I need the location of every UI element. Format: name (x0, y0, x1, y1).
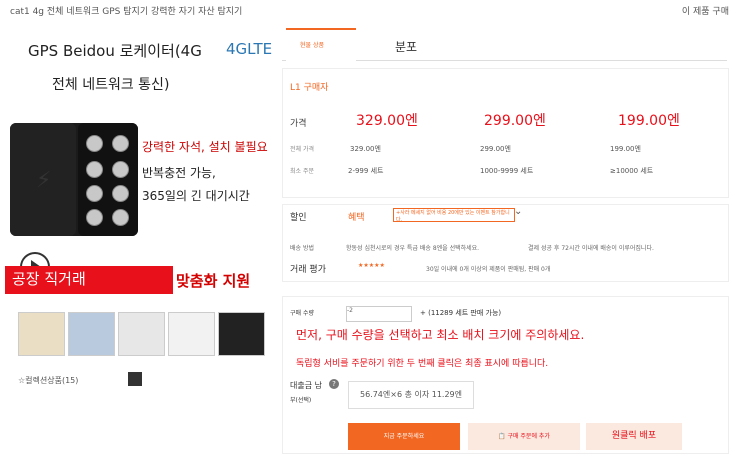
tab-distribution[interactable]: 분포 (395, 38, 417, 55)
rating-label: 거래 평가 (290, 265, 326, 275)
thumbnail[interactable] (68, 312, 115, 356)
thumbnail[interactable] (18, 312, 65, 356)
buy-link[interactable]: 이 제품 구매 (682, 4, 729, 17)
quantity-stepper[interactable]: -2 (346, 306, 412, 322)
rating-text: 30일 이내에 0개 이상의 제품이 판매됨, 판매 0개 (426, 266, 551, 273)
product-headline: GPS Beidou 로케이터(4G (28, 42, 202, 60)
factory-label: 공장 직거래 (12, 270, 86, 288)
custom-label: 맞춤화 지원 (176, 272, 251, 290)
total-price: 329.00엔 (350, 145, 381, 153)
price-panel (282, 68, 729, 198)
device-back (78, 123, 138, 236)
bolt-icon: ⚡ (36, 168, 52, 193)
thumbnail[interactable] (168, 312, 215, 356)
order-notice: 독립형 서비를 주문하기 위한 두 번째 클릭은 최종 표시에 따릅니다. (296, 359, 549, 369)
magnet-icon (86, 135, 103, 152)
magnet-icon (112, 185, 129, 202)
tab-spot-label[interactable]: 현물 상품 (300, 40, 324, 49)
add-to-order-button[interactable]: 📋 구매 주문에 추가 (468, 423, 580, 450)
magnet-icon (112, 209, 129, 226)
price-tier: 329.00엔 (356, 113, 418, 129)
quantity-value[interactable]: -2 (347, 307, 353, 314)
magnet-icon (86, 161, 103, 178)
feature-magnet: 강력한 자석, 설치 불필요 (142, 140, 268, 154)
collection-link[interactable]: ☆컬렉션상품(15) (18, 375, 78, 386)
magnet-icon (86, 209, 103, 226)
order-now-button[interactable]: 지금 주문하세요 (348, 423, 460, 450)
feature-recharge: 반복충전 가능, (142, 166, 216, 180)
help-icon[interactable]: ? (329, 379, 339, 389)
price-tier: 299.00엔 (484, 113, 546, 129)
moq: ≥10000 세트 (610, 167, 654, 175)
shipping-time: 결제 성공 후 72시간 이내에 배송이 이루어집니다. (528, 245, 654, 252)
quantity-notice: 먼저, 구매 수량을 선택하고 최소 배치 크기에 주의하세요. (296, 328, 585, 342)
promo-tag: 혜택 (348, 213, 365, 223)
magnet-icon (112, 135, 129, 152)
clipboard-icon: 📋 (498, 433, 506, 440)
shipping-label: 배송 방법 (290, 245, 314, 252)
buyer-level: L1 구매자 (290, 83, 329, 93)
moq: 1000-9999 세트 (480, 167, 534, 175)
total-summary: 56.74엔×6 총 이자 11.29엔 (348, 381, 474, 409)
stock-available: + (11289 세트 판매 가능) (420, 309, 502, 317)
promo-label: 할인 (290, 213, 307, 223)
thumbnail[interactable] (218, 312, 265, 356)
total-price-label: 전체 가격 (290, 146, 314, 153)
device-front: ⚡ (10, 123, 76, 236)
optional-label: 부(선택) (290, 397, 312, 404)
chevron-down-icon[interactable]: ⌄ (514, 206, 522, 217)
product-subtitle: 전체 네트워크 통신) (52, 77, 170, 93)
thumbnail[interactable] (118, 312, 165, 356)
device-image: ⚡ (10, 123, 138, 236)
total-price: 199.00엔 (610, 145, 641, 153)
moq-label: 최소 주문 (290, 168, 314, 175)
loan-label: 대출금 남 (290, 381, 322, 390)
price-tier: 199.00엔 (618, 113, 680, 129)
qr-code-icon[interactable] (128, 372, 142, 386)
magnet-icon (112, 161, 129, 178)
rating-stars: ★★★★★ (358, 262, 385, 269)
magnet-icon (86, 185, 103, 202)
total-price: 299.00엔 (480, 145, 511, 153)
lte-badge: 4GLTE (226, 40, 273, 58)
page-title: cat1 4g 전체 네트워크 GPS 탐지기 강력한 자기 자산 탐지기 (10, 7, 243, 17)
feature-standby: 365일의 긴 대기시간 (142, 189, 250, 203)
price-label: 가격 (290, 119, 307, 129)
one-click-button[interactable]: 원클릭 배포 (586, 423, 682, 450)
promo-box[interactable]: +사라 메세지 없어 비용 20에만 있는 이벤트 참가합니다. (393, 208, 515, 223)
quantity-label: 구매 수량 (290, 310, 314, 317)
shipping-text: 항동성 심천시로의 경우 특급 배송 8엔을 선택하세요. (346, 245, 480, 252)
moq: 2-999 세트 (348, 167, 384, 175)
add-to-order-label: 구매 주문에 추가 (507, 433, 550, 440)
